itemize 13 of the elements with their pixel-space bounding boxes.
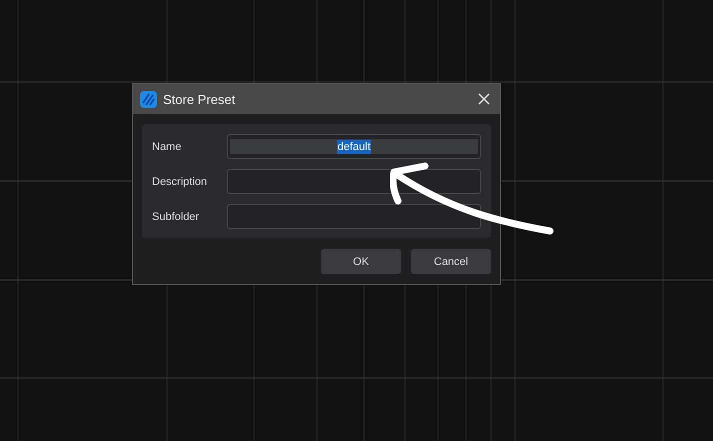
field-label: Description: [152, 176, 208, 188]
dialog-button[interactable]: OK: [321, 249, 401, 274]
close-icon: [478, 93, 490, 105]
dialog-button[interactable]: Cancel: [411, 249, 491, 274]
input-field[interactable]: [227, 204, 481, 229]
input-field[interactable]: default: [227, 134, 481, 159]
window-title: Store Preset: [163, 92, 236, 106]
field-label: Subfolder: [152, 210, 200, 222]
field-label: Name: [152, 140, 182, 152]
input-field[interactable]: [227, 169, 481, 194]
field-value: default: [337, 140, 371, 154]
close-button[interactable]: [476, 91, 492, 107]
app-logo-icon: [140, 90, 157, 108]
